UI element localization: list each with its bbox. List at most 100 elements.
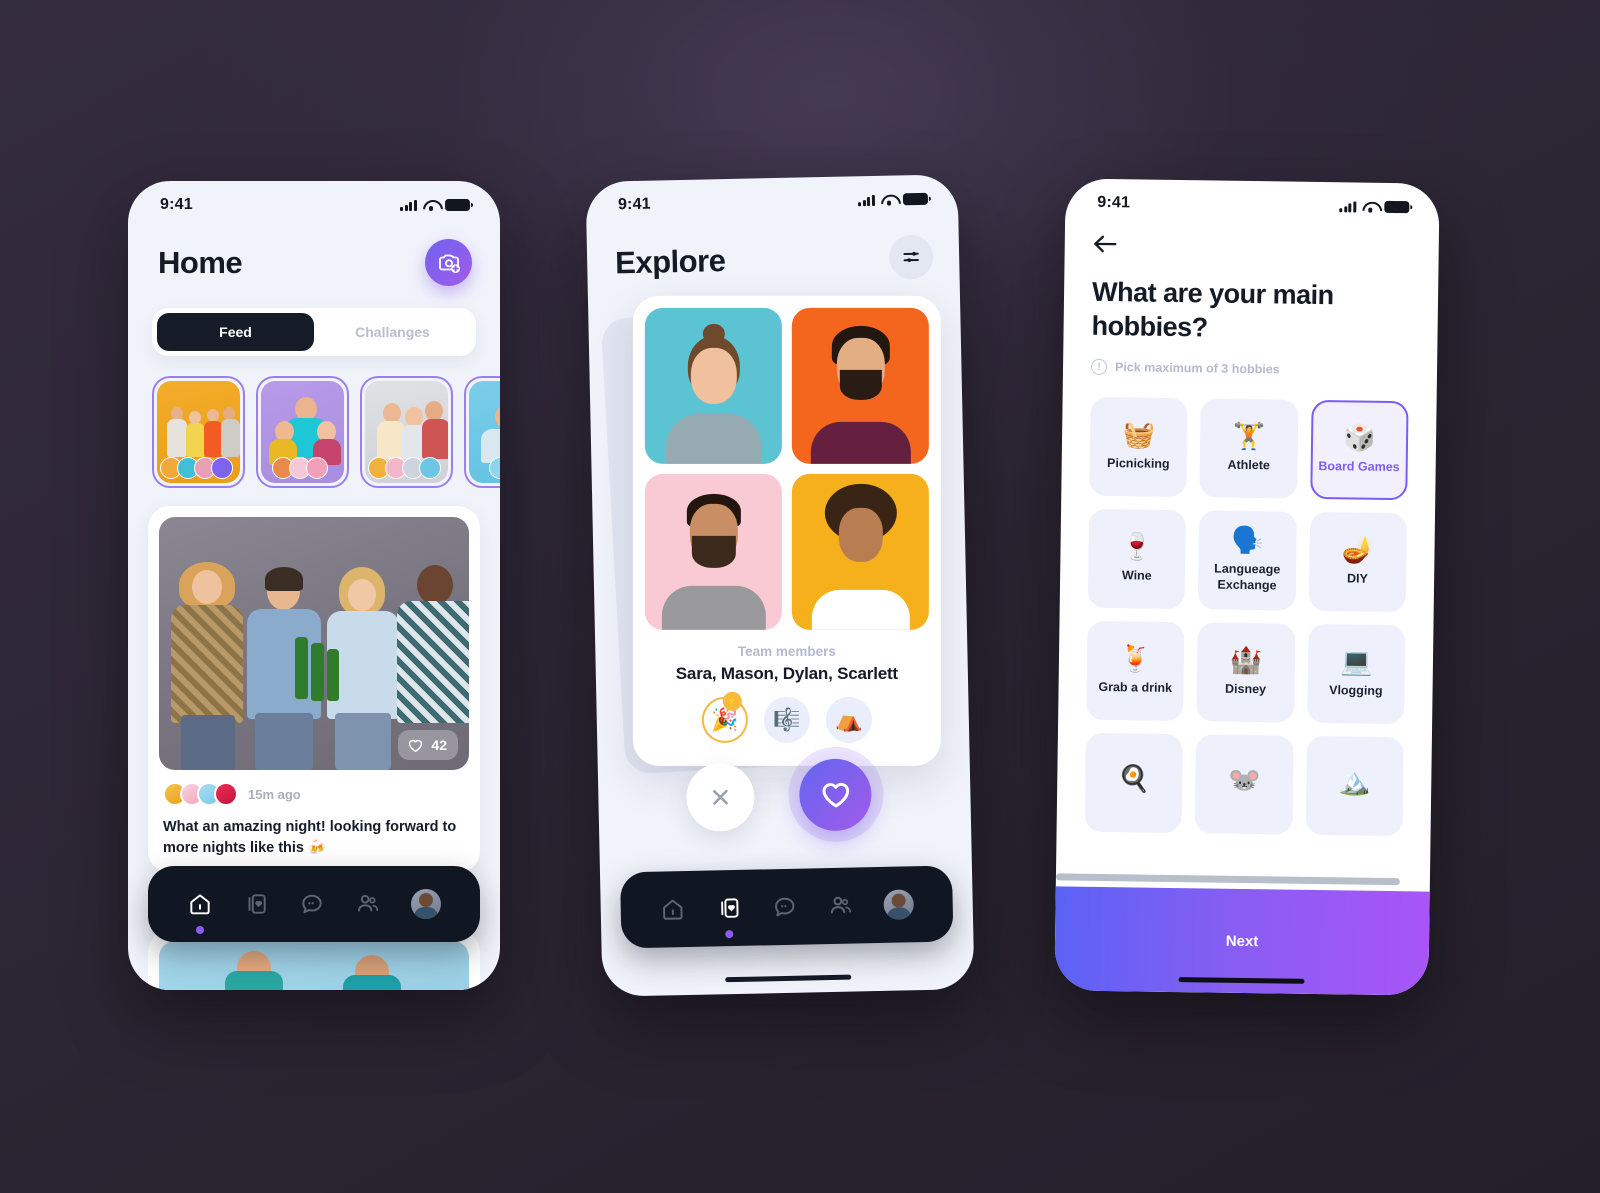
bottom-navigation-bar[interactable] — [619, 865, 954, 949]
hobby-label: Disney — [1224, 681, 1267, 697]
tropical-drink-icon: 🍹 — [1119, 643, 1153, 674]
hobby-vlogging[interactable]: 💻 Vlogging — [1306, 623, 1406, 725]
member-photo-4[interactable] — [791, 473, 929, 630]
hobby-picnicking[interactable]: 🧺 Picnicking — [1089, 396, 1188, 498]
nav-home[interactable] — [187, 891, 213, 934]
explore-header: Explore — [586, 218, 959, 286]
nav-active-indicator — [196, 926, 204, 934]
back-button[interactable] — [1093, 233, 1123, 259]
hobby-diy[interactable]: 🪔 DIY — [1308, 511, 1408, 613]
hobby-cooking[interactable]: 🍳 — [1084, 732, 1184, 834]
hobby-mountain[interactable]: 🏔️ — [1305, 735, 1404, 837]
status-time: 9:41 — [617, 195, 651, 214]
home-header: Home — [128, 225, 500, 286]
member-photo-1[interactable] — [644, 307, 782, 464]
hobby-grab-a-drink[interactable]: 🍹 Grab a drink — [1086, 620, 1185, 722]
next-post-image — [159, 941, 469, 990]
post-participant-avatars[interactable] — [163, 782, 238, 806]
like-count: 42 — [431, 737, 447, 753]
status-bar: 9:41 — [1065, 178, 1440, 227]
stories-carousel[interactable] — [128, 356, 500, 488]
hobby-label: Athlete — [1227, 457, 1270, 473]
hint-text: Pick maximum of 3 hobbies — [1114, 360, 1280, 377]
hobby-label: DIY — [1346, 571, 1368, 586]
like-button-inner — [798, 757, 873, 832]
next-button-label: Next — [1225, 932, 1259, 950]
camera-add-icon — [438, 254, 460, 273]
status-indicators — [858, 192, 929, 206]
hobby-label: Vlogging — [1329, 683, 1383, 699]
people-icon — [830, 896, 852, 914]
battery-icon — [902, 192, 929, 206]
team-members-names: Sara, Mason, Dylan, Scarlett — [675, 663, 898, 683]
story-avatars — [159, 457, 236, 479]
wine-glass-icon: 🍷 — [1120, 531, 1154, 562]
horizontal-scrollbar[interactable] — [1055, 873, 1400, 886]
laptop-icon: 💻 — [1339, 646, 1373, 677]
home-icon — [663, 899, 683, 920]
phone-hobbies: 9:41 What are your main hobbies? ! Pick … — [1054, 178, 1440, 996]
nav-cards[interactable] — [715, 895, 742, 939]
story-card-2[interactable] — [256, 376, 349, 488]
member-photo-2[interactable] — [791, 307, 929, 464]
home-indicator — [725, 974, 852, 983]
like-button[interactable] — [786, 745, 884, 843]
tab-feed[interactable]: Feed — [157, 313, 314, 351]
heart-icon — [821, 782, 849, 808]
nav-home[interactable] — [659, 896, 686, 923]
hobby-board-games[interactable]: 🎲 Board Games — [1309, 399, 1409, 501]
status-bar: 9:41 — [586, 174, 959, 226]
wifi-icon — [423, 199, 439, 211]
cellular-signal-icon — [400, 199, 417, 211]
post-meta: 15m ago — [163, 782, 469, 806]
nav-profile[interactable] — [883, 889, 915, 920]
post-timestamp: 15m ago — [248, 786, 301, 802]
hobby-mouse[interactable]: 🐭 — [1194, 734, 1294, 835]
hobby-limit-hint: ! Pick maximum of 3 hobbies — [1090, 358, 1409, 379]
page-title: Home — [158, 244, 243, 280]
story-card-4[interactable] — [464, 376, 500, 488]
bottom-navigation-bar[interactable] — [148, 866, 480, 942]
cards-icon — [248, 894, 266, 914]
story-avatars — [367, 457, 444, 479]
filter-sliders-icon — [903, 251, 919, 263]
team-members-label: Team members — [737, 643, 836, 659]
status-bar: 9:41 — [128, 181, 500, 225]
team-profile-card[interactable]: Team members Sara, Mason, Dylan, Scarlet… — [632, 295, 941, 766]
badge-camping-emoji: ⛺ — [835, 706, 863, 732]
people-icon — [358, 894, 379, 912]
status-indicators — [1339, 200, 1410, 214]
diya-lamp-icon: 🪔 — [1341, 534, 1375, 565]
hobby-wine[interactable]: 🍷 Wine — [1087, 508, 1187, 610]
nav-people[interactable] — [355, 891, 381, 917]
chat-icon — [775, 897, 795, 917]
nav-chat[interactable] — [771, 894, 798, 921]
story-card-1[interactable] — [152, 376, 245, 488]
badge-party[interactable]: 🎉 ⚡ — [701, 691, 748, 743]
battery-icon — [445, 199, 474, 211]
camera-add-button[interactable] — [425, 239, 472, 286]
nav-people[interactable] — [827, 893, 854, 920]
wifi-icon — [1362, 201, 1378, 213]
profile-card-stack: Team members Sara, Mason, Dylan, Scarlet… — [600, 293, 942, 775]
story-card-3[interactable] — [360, 376, 453, 488]
filter-button[interactable] — [888, 234, 934, 280]
heart-icon — [409, 739, 423, 752]
next-button[interactable]: Next — [1054, 886, 1430, 996]
wifi-icon — [881, 193, 897, 205]
pass-button[interactable] — [685, 762, 755, 832]
badge-camping[interactable]: ⛺ — [825, 696, 872, 743]
feed-post: 42 15m ago What an amazing night! lookin… — [148, 506, 480, 874]
hobby-language-exchange[interactable]: 🗣️ Langueage Exchange — [1198, 510, 1297, 611]
hobby-disney[interactable]: 🏰 Disney — [1196, 622, 1296, 723]
badge-music[interactable]: 🎼 — [763, 696, 810, 743]
member-photo-3[interactable] — [644, 473, 782, 630]
nav-cards[interactable] — [243, 891, 269, 917]
hobbies-grid[interactable]: 🧺 Picnicking 🏋️ Athlete 🎲 Board Games 🍷 … — [1084, 396, 1409, 837]
nav-chat[interactable] — [299, 891, 325, 917]
feed-challenges-segmented-control[interactable]: Feed Challanges — [152, 308, 476, 356]
hobby-athlete[interactable]: 🏋️ Athlete — [1199, 398, 1299, 499]
like-badge[interactable]: 42 — [398, 730, 458, 760]
nav-profile[interactable] — [411, 889, 441, 919]
tab-challanges[interactable]: Challanges — [314, 313, 471, 351]
